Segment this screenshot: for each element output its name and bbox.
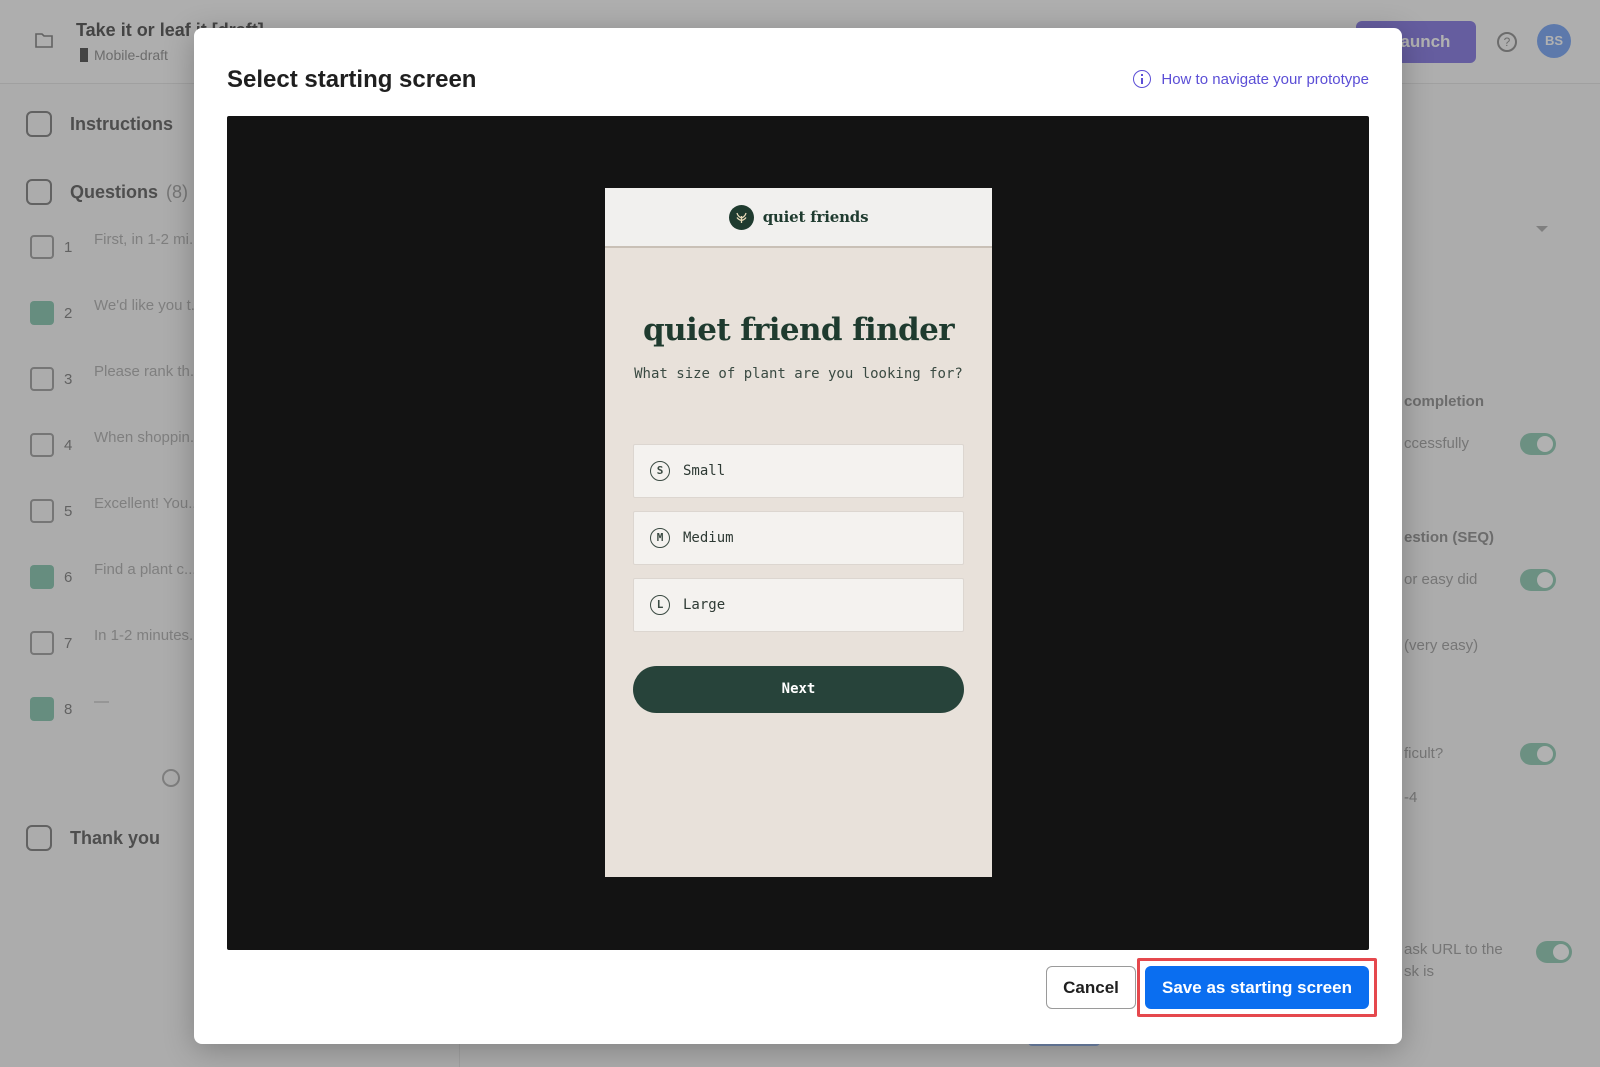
info-icon (1133, 70, 1152, 88)
save-as-starting-screen-button[interactable]: Save as starting screen (1145, 966, 1369, 1009)
option-label: Medium (683, 530, 734, 546)
next-button[interactable]: Next (633, 666, 964, 713)
finder-question: What size of plant are you looking for? (634, 366, 963, 382)
option-small[interactable]: S Small (633, 444, 964, 498)
prototype-screen[interactable]: quiet friends quiet friend finder What s… (605, 188, 992, 877)
option-label: Large (683, 597, 726, 613)
prototype-stage: quiet friends quiet friend finder What s… (227, 116, 1369, 950)
leaf-logo-icon (728, 204, 754, 230)
option-label: Small (683, 463, 726, 479)
option-medium[interactable]: M Medium (633, 511, 964, 565)
option-badge: L (650, 595, 670, 615)
how-to-navigate-link[interactable]: How to navigate your prototype (1133, 70, 1369, 88)
prototype-header: quiet friends (605, 188, 992, 248)
finder-title: quiet friend finder (643, 312, 955, 348)
option-badge: S (650, 461, 670, 481)
select-starting-screen-modal: Select starting screen How to navigate y… (194, 28, 1402, 1044)
option-large[interactable]: L Large (633, 578, 964, 632)
help-link-label: How to navigate your prototype (1161, 70, 1369, 88)
option-badge: M (650, 528, 670, 548)
brand-name: quiet friends (762, 208, 869, 226)
modal-title: Select starting screen (227, 66, 477, 93)
cancel-button[interactable]: Cancel (1046, 966, 1136, 1009)
